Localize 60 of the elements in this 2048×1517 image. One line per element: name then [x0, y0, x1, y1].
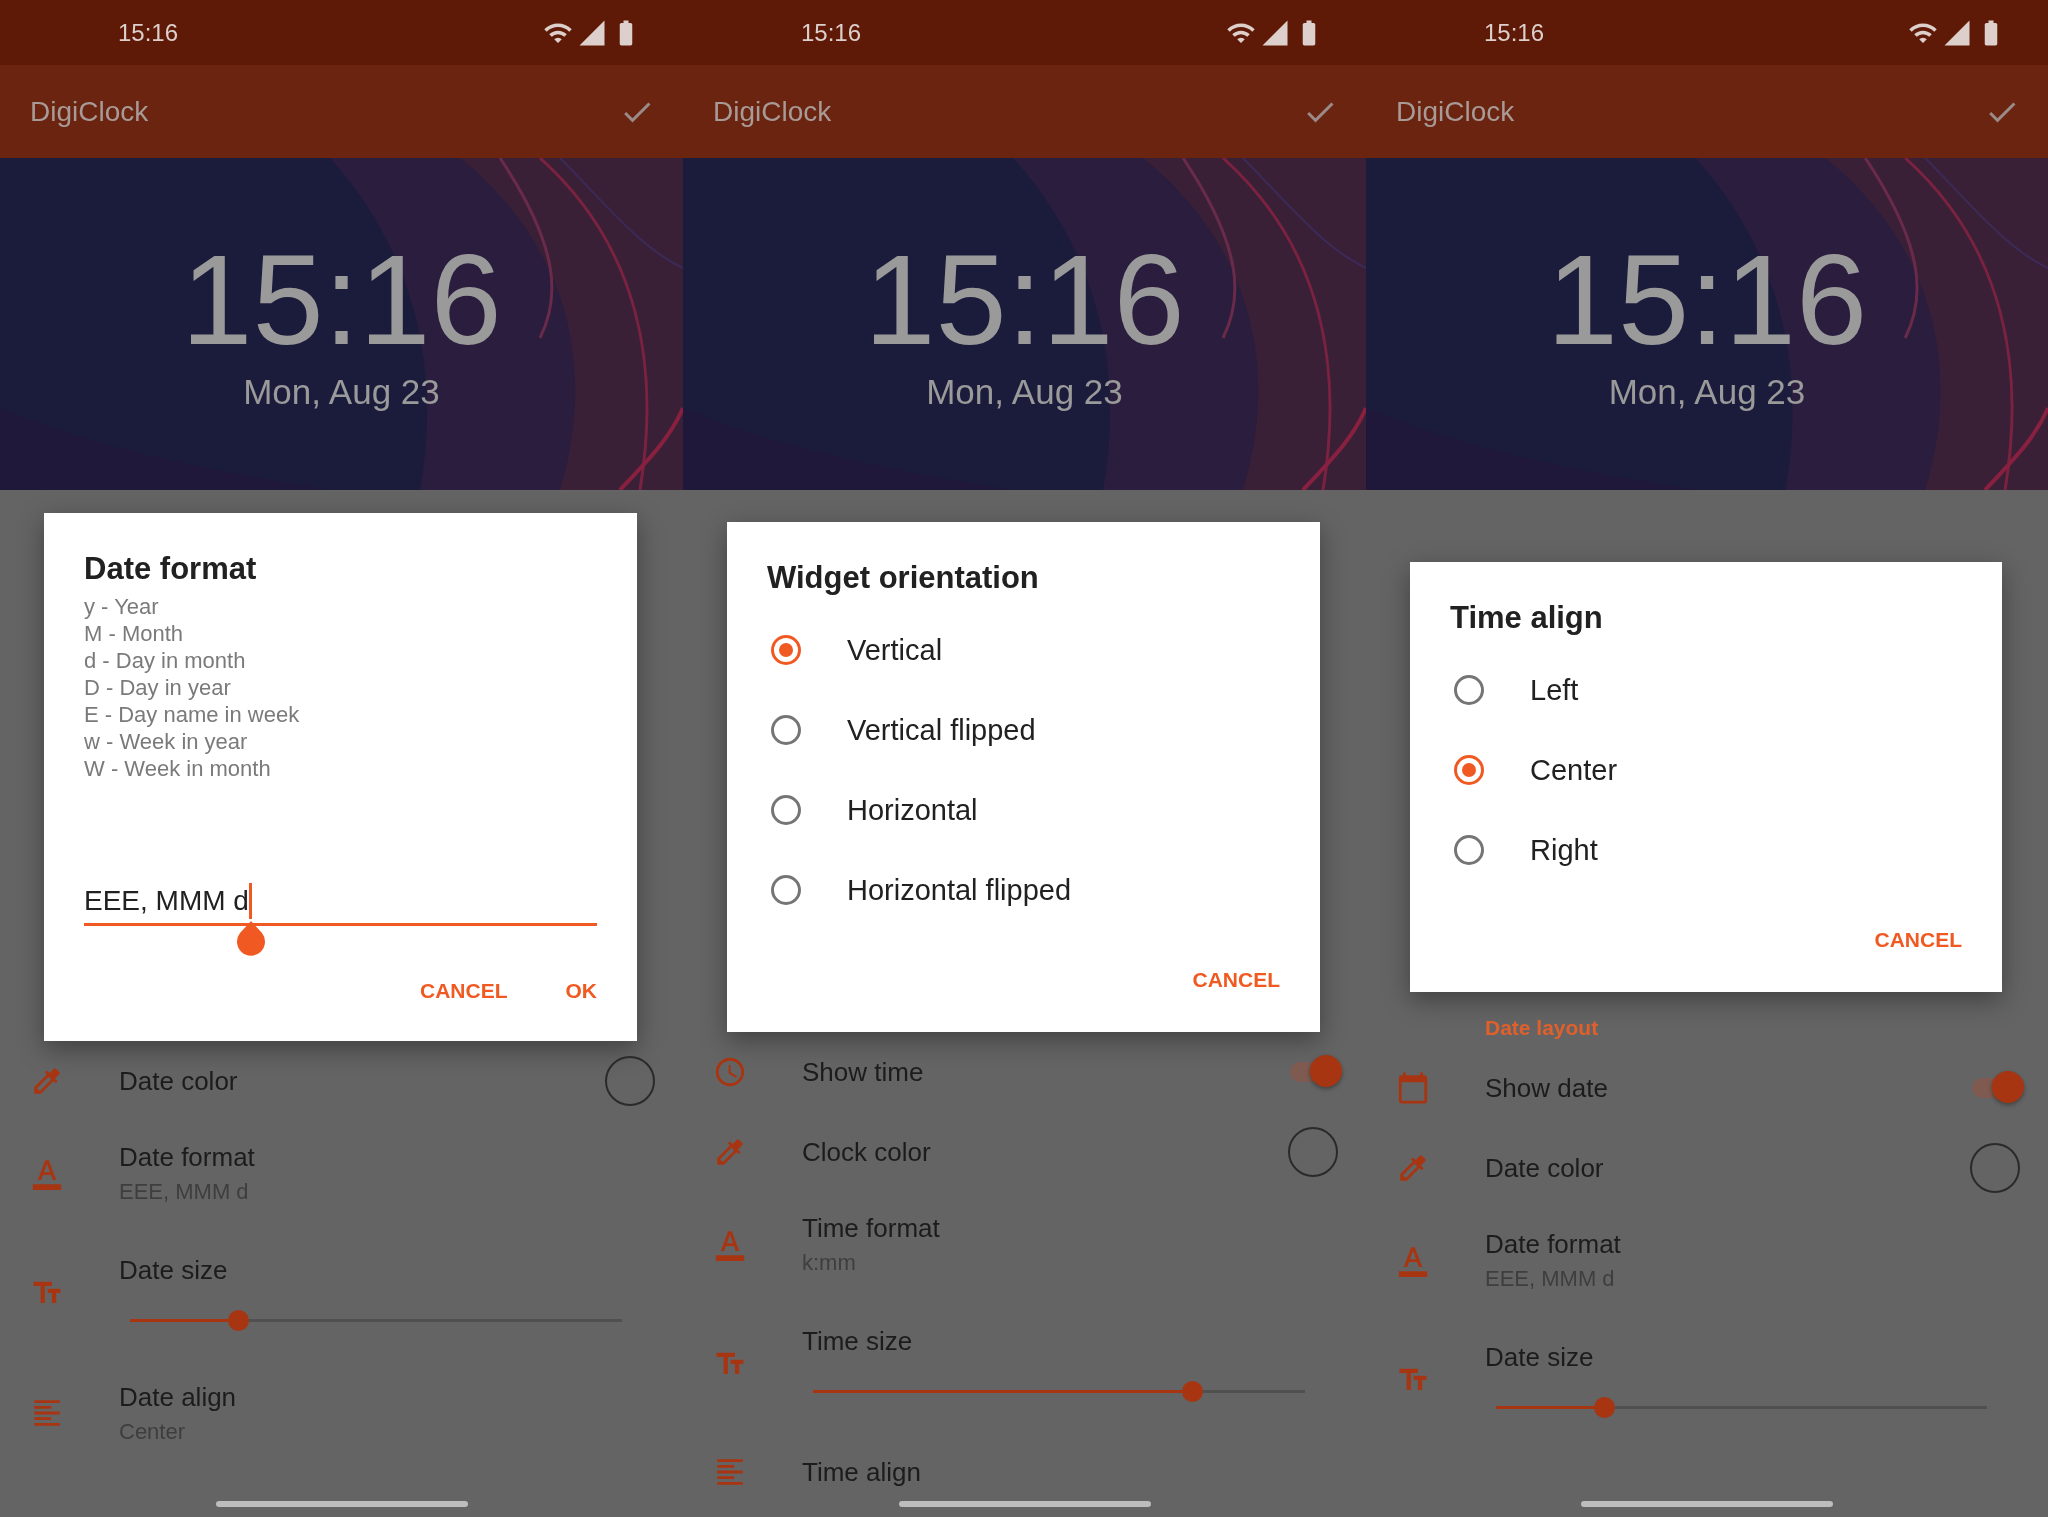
setting-title: Clock color — [802, 1136, 932, 1168]
calendar-icon — [1396, 1071, 1430, 1105]
clock-date: Mon, Aug 23 — [1608, 372, 1806, 412]
color-swatch[interactable] — [1970, 1143, 2020, 1193]
option-label[interactable]: Right — [1530, 833, 1598, 867]
help-text: y - Year — [84, 593, 160, 620]
status-time: 15:16 — [1484, 18, 1545, 47]
setting-title: Date size — [1485, 1341, 1595, 1373]
input-field[interactable]: EEE, MMM d — [84, 878, 597, 962]
setting-title: Time size — [802, 1325, 914, 1357]
radio-button[interactable] — [771, 795, 801, 825]
option-label[interactable]: Horizontal — [847, 793, 978, 827]
option-label[interactable]: Left — [1530, 673, 1579, 707]
setting-title: Date color — [119, 1065, 239, 1097]
clock-date: Mon, Aug 23 — [926, 372, 1123, 412]
dialog-title: Widget orientation — [766, 559, 1040, 597]
dialog-title: Date format — [83, 550, 258, 588]
clock-time: 15:16 — [1546, 236, 1868, 364]
setting-title: Date format — [1485, 1228, 1622, 1260]
text-cursor — [248, 882, 252, 919]
help-text: w - Week in year — [84, 728, 249, 755]
slider-thumb[interactable] — [1181, 1380, 1203, 1402]
color-swatch[interactable] — [605, 1056, 655, 1106]
help-text: E - Day name in week — [84, 701, 301, 728]
section-header: Date layout — [1485, 1016, 1599, 1041]
radio-button[interactable] — [1454, 675, 1484, 705]
clock-date: Mon, Aug 23 — [243, 372, 440, 412]
option-label[interactable]: Vertical — [847, 633, 943, 667]
status-time: 15:16 — [801, 18, 862, 47]
setting-title: Date color — [1485, 1152, 1605, 1184]
option-label[interactable]: Horizontal flipped — [847, 873, 1072, 907]
clock-time: 15:16 — [181, 236, 502, 364]
clock-icon — [713, 1055, 747, 1089]
radio-button[interactable] — [1454, 835, 1484, 865]
option-label[interactable]: Vertical flipped — [847, 713, 1036, 747]
setting-title: Date size — [119, 1254, 229, 1286]
slider-thumb[interactable] — [1594, 1396, 1615, 1418]
setting-title: Date align — [119, 1381, 238, 1413]
radio-button[interactable] — [771, 875, 801, 905]
app-title: DigiClock — [30, 95, 149, 128]
help-text: D - Day in year — [84, 674, 232, 701]
slider-thumb[interactable] — [228, 1309, 250, 1331]
app-title: DigiClock — [1396, 95, 1515, 128]
setting-title: Time align — [802, 1456, 922, 1488]
option-label[interactable]: Center — [1530, 753, 1618, 787]
setting-title: Show time — [802, 1056, 925, 1088]
color-swatch[interactable] — [1288, 1127, 1338, 1177]
radio-button[interactable] — [771, 715, 801, 745]
help-text: W - Week in month — [84, 755, 272, 782]
radio-button[interactable] — [1454, 755, 1484, 785]
dialog-title: Time align — [1449, 599, 1604, 637]
help-text: d - Day in month — [84, 647, 247, 674]
app-title: DigiClock — [713, 95, 832, 128]
setting-title: Show date — [1485, 1072, 1609, 1104]
status-time: 15:16 — [118, 18, 179, 47]
radio-button[interactable] — [771, 635, 801, 665]
setting-title: Time format — [802, 1212, 941, 1244]
clock-time: 15:16 — [864, 236, 1185, 364]
help-text: M - Month — [84, 620, 185, 647]
setting-title: Date format — [119, 1141, 256, 1173]
